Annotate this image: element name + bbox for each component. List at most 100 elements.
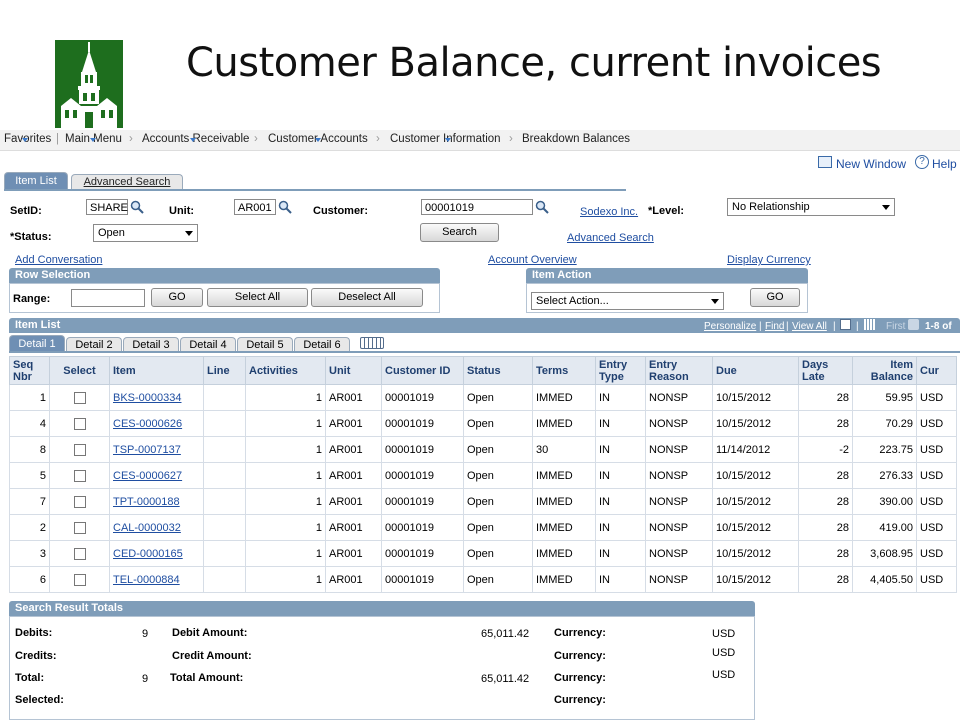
item-id-link[interactable]: CES-0000627	[113, 470, 182, 482]
divider: |	[856, 321, 859, 332]
search-button[interactable]: Search	[420, 223, 499, 242]
breadcrumb-breakdown-balances[interactable]: Breakdown Balances	[522, 133, 630, 145]
view-all-link[interactable]: View All	[792, 321, 827, 332]
item-id-link[interactable]: CAL-0000032	[113, 522, 181, 534]
column-header[interactable]: Due	[712, 356, 799, 385]
tab-detail-4[interactable]: Detail 4	[180, 337, 236, 352]
row-select-checkbox[interactable]	[73, 417, 86, 430]
table-row: 2 CAL-0000032 1 AR001 00001019 Open IMMED IN NON…	[9, 514, 957, 541]
column-header[interactable]: Cur	[916, 356, 957, 385]
item-id-link[interactable]: TEL-0000884	[113, 574, 180, 586]
select-all-button[interactable]: Select All	[207, 288, 308, 307]
row-select-checkbox[interactable]	[73, 391, 86, 404]
row-selection-go-button[interactable]: GO	[151, 288, 203, 307]
level-select[interactable]: No Relationship	[727, 198, 895, 216]
item-id-link[interactable]: TSP-0007137	[113, 444, 181, 456]
dropdown-arrow-icon	[711, 299, 719, 304]
row-select-checkbox[interactable]	[73, 547, 86, 560]
customer-name-link[interactable]: Sodexo Inc.	[580, 206, 638, 218]
days-late-cell: 28	[798, 540, 853, 567]
lookup-icon[interactable]	[535, 200, 549, 214]
show-all-columns-icon[interactable]	[360, 337, 384, 349]
item-id-link[interactable]: CES-0000626	[113, 418, 182, 430]
lookup-icon[interactable]	[130, 200, 144, 214]
column-header[interactable]: Item Balance	[852, 356, 917, 385]
table-row: 4 CES-0000626 1 AR001 00001019 Open IMMED IN NON…	[9, 410, 957, 437]
status-select[interactable]: Open	[93, 224, 198, 242]
column-header[interactable]: Unit	[325, 356, 382, 385]
column-header[interactable]: Customer ID	[381, 356, 464, 385]
item-action-select-value: Select Action...	[536, 295, 609, 307]
row-select-checkbox[interactable]	[73, 573, 86, 586]
column-header[interactable]: Entry Type	[595, 356, 646, 385]
tab-detail-1[interactable]: Detail 1	[9, 335, 65, 352]
personalize-link[interactable]: Personalize	[704, 321, 756, 332]
tab-detail-5[interactable]: Detail 5	[237, 337, 293, 352]
currency-value: USD	[712, 647, 736, 659]
debit-amount-label: Debit Amount:	[172, 627, 248, 639]
column-header[interactable]: Activities	[245, 356, 326, 385]
advanced-search-link[interactable]: Advanced Search	[567, 232, 654, 244]
account-overview-link[interactable]: Account Overview	[488, 254, 577, 266]
column-header[interactable]: Terms	[532, 356, 596, 385]
tower-icon	[55, 40, 123, 128]
entry-type-cell: IN	[595, 540, 646, 567]
row-select-checkbox[interactable]	[73, 495, 86, 508]
activities-cell: 1	[245, 462, 326, 489]
item-id-link[interactable]: CED-0000165	[113, 548, 183, 560]
lookup-icon[interactable]	[278, 200, 292, 214]
range-input[interactable]	[71, 289, 145, 307]
total-label: Total:	[15, 672, 45, 684]
help-link[interactable]: Help	[932, 157, 960, 171]
seq-nbr-cell: 8	[9, 436, 50, 463]
row-select-checkbox[interactable]	[73, 443, 86, 456]
find-link[interactable]: Find	[765, 321, 784, 332]
column-header[interactable]: Status	[463, 356, 533, 385]
status-cell: Open	[463, 462, 533, 489]
setid-input[interactable]: SHARE	[86, 199, 128, 215]
status-select-value: Open	[98, 227, 125, 239]
select-cell	[49, 410, 110, 437]
tab-detail-6[interactable]: Detail 6	[294, 337, 350, 352]
tab-detail-3[interactable]: Detail 3	[123, 337, 179, 352]
grid-view-icon[interactable]	[864, 319, 875, 330]
status-cell: Open	[463, 540, 533, 567]
column-header[interactable]: Item	[109, 356, 204, 385]
tab-item-list[interactable]: Item List	[4, 172, 68, 189]
row-select-checkbox[interactable]	[73, 521, 86, 534]
item-action-go-button[interactable]: GO	[750, 288, 800, 307]
due-cell: 10/15/2012	[712, 488, 799, 515]
row-select-checkbox[interactable]	[73, 469, 86, 482]
item-action-select[interactable]: Select Action...	[531, 292, 724, 310]
deselect-all-button[interactable]: Deselect All	[311, 288, 423, 307]
column-header[interactable]: Select	[49, 356, 110, 385]
range-label: Range:	[13, 293, 51, 305]
display-currency-link[interactable]: Display Currency	[727, 254, 811, 266]
select-cell	[49, 566, 110, 593]
download-icon[interactable]	[840, 319, 851, 330]
days-late-cell: 28	[798, 514, 853, 541]
new-window-link[interactable]: New Window	[836, 157, 906, 171]
tab-detail-2[interactable]: Detail 2	[66, 337, 122, 352]
table-row: 6 TEL-0000884 1 AR001 00001019 Open IMMED IN NON…	[9, 566, 957, 593]
add-conversation-link[interactable]: Add Conversation	[15, 254, 102, 266]
item-balance-cell: 419.00	[852, 514, 917, 541]
entry-type-cell: IN	[595, 436, 646, 463]
column-header[interactable]: Line	[203, 356, 246, 385]
dropdown-arrow-icon	[185, 231, 193, 236]
previous-icon[interactable]	[908, 319, 919, 330]
column-header[interactable]: Days Late	[798, 356, 853, 385]
help-icon[interactable]: ?	[915, 155, 929, 169]
customer-input[interactable]: 00001019	[421, 199, 533, 215]
customer-id-cell: 00001019	[381, 566, 464, 593]
item-id-link[interactable]: TPT-0000188	[113, 496, 180, 508]
column-header[interactable]: Entry Reason	[645, 356, 713, 385]
slide-title: Customer Balance, current invoices	[186, 40, 882, 86]
unit-input[interactable]: AR001	[234, 199, 276, 215]
column-header[interactable]: Seq Nbr	[9, 356, 50, 385]
first-link[interactable]: First	[886, 321, 905, 332]
status-label: *Status:	[10, 231, 52, 243]
item-id-link[interactable]: BKS-0000334	[113, 392, 182, 404]
new-window-icon[interactable]	[818, 156, 832, 168]
tab-advanced-search[interactable]: Advanced Search	[71, 174, 183, 189]
